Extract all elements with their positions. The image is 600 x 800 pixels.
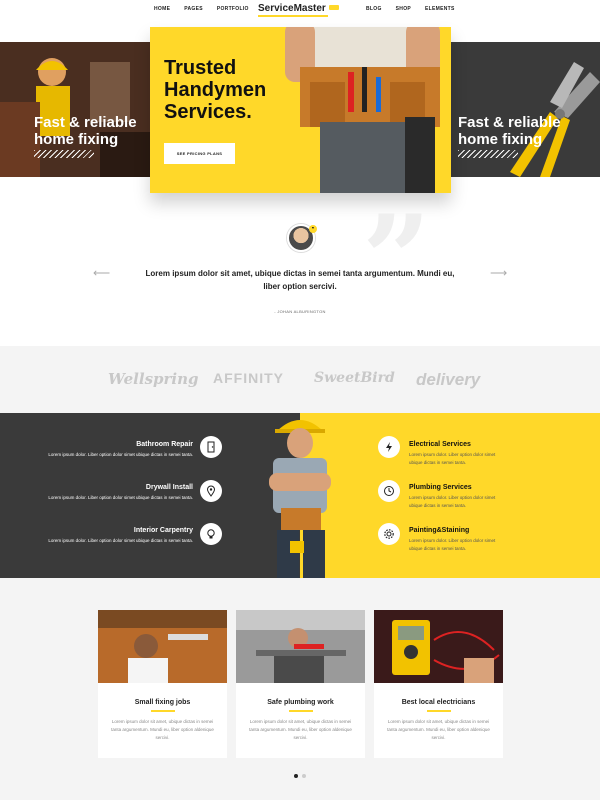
- pagination-dot-active[interactable]: [294, 774, 298, 778]
- logo-sweetbird[interactable]: SweetBird: [314, 370, 395, 386]
- quote-icon: ”: [362, 189, 432, 330]
- location-pin-icon: [200, 480, 222, 502]
- hero-left-title: Fast & reliable home fixing: [34, 114, 137, 148]
- service-desc: Lorem ipsum dolor. Liber option dolor si…: [409, 495, 496, 508]
- lightning-icon: [378, 436, 400, 458]
- card-image: [98, 610, 227, 683]
- arrow-right-icon[interactable]: ⟶: [490, 266, 507, 280]
- hero-right-title: Fast & reliable home fixing: [458, 114, 561, 148]
- nav-pages[interactable]: PAGES: [184, 6, 203, 12]
- logo-underline: [258, 15, 328, 17]
- clock-icon: [378, 480, 400, 502]
- top-nav: HOME PAGES PORTFOLIO ServiceMaster BLOG …: [0, 0, 600, 20]
- services-section: Bathroom Repair Lorem ipsum dolor. Liber…: [0, 413, 600, 578]
- service-bathroom-repair[interactable]: Bathroom Repair Lorem ipsum dolor. Liber…: [23, 441, 193, 459]
- card-image: [236, 610, 365, 683]
- service-title: Bathroom Repair: [136, 441, 193, 448]
- arrow-left-icon[interactable]: ⟵: [93, 266, 110, 280]
- logo-wellspring[interactable]: Wellspring: [108, 370, 199, 388]
- card-text: Lorem ipsum dolor sit amet, ubique dicta…: [387, 719, 490, 740]
- client-logos: Wellspring AFFINITY SweetBird delivery: [0, 346, 600, 413]
- card-title: Safe plumbing work: [267, 699, 334, 706]
- lightbulb-icon: [200, 523, 222, 545]
- testimonial-text: Lorem ipsum dolor sit amet, ubique dicta…: [145, 269, 455, 291]
- quote-badge-icon: ❞: [309, 225, 317, 233]
- service-title: Painting&Staining: [409, 527, 470, 534]
- hero-section: Fast & reliable home fixing Fast & relia…: [0, 27, 600, 193]
- site-logo[interactable]: ServiceMaster: [258, 3, 326, 14]
- nav-shop[interactable]: SHOP: [396, 6, 411, 12]
- card-small-fixing-jobs[interactable]: Small fixing jobs Lorem ipsum dolor sit …: [98, 610, 227, 758]
- service-title: Interior Carpentry: [133, 527, 193, 534]
- nav-left-group: HOME PAGES PORTFOLIO: [154, 6, 249, 12]
- service-title: Electrical Services: [409, 441, 471, 448]
- nav-right-group: BLOG SHOP ELEMENTS: [366, 6, 455, 12]
- nav-portfolio[interactable]: PORTFOLIO: [217, 6, 249, 12]
- stripe-decoration: [458, 150, 518, 158]
- service-desc: Lorem ipsum dolor. Liber option dolor si…: [409, 538, 496, 551]
- door-icon: [200, 436, 222, 458]
- testimonial-author: - JOHAN ALBURINGTON: [274, 309, 326, 314]
- hero-title: Trusted Handymen Services.: [164, 57, 267, 123]
- worker-image: [269, 420, 331, 578]
- nav-home[interactable]: HOME: [154, 6, 170, 12]
- nav-elements[interactable]: ELEMENTS: [425, 6, 455, 12]
- service-title: Plumbing Services: [409, 484, 472, 491]
- pagination-dots: [294, 774, 306, 778]
- hero-right-slide[interactable]: Fast & reliable home fixing: [450, 42, 600, 177]
- hero-left-slide[interactable]: Fast & reliable home fixing: [0, 42, 150, 177]
- card-image: [374, 610, 503, 683]
- hero-main-card: Trusted Handymen Services. SEE PRICING P…: [150, 27, 451, 193]
- service-desc: Lorem ipsum dolor. Liber option dolor si…: [48, 452, 193, 457]
- service-plumbing[interactable]: Plumbing Services Lorem ipsum dolor. Lib…: [409, 484, 579, 510]
- service-electrical[interactable]: Electrical Services Lorem ipsum dolor. L…: [409, 441, 579, 467]
- card-text: Lorem ipsum dolor sit amet, ubique dicta…: [111, 719, 214, 740]
- see-pricing-plans-button[interactable]: SEE PRICING PLANS: [164, 143, 235, 164]
- service-title: Drywall Install: [145, 484, 193, 491]
- gear-icon: [378, 523, 400, 545]
- card-safe-plumbing-work[interactable]: Safe plumbing work Lorem ipsum dolor sit…: [236, 610, 365, 758]
- service-desc: Lorem ipsum dolor. Liber option dolor si…: [48, 538, 193, 543]
- logo-delivery[interactable]: delivery: [416, 370, 480, 390]
- service-drywall-install[interactable]: Drywall Install Lorem ipsum dolor. Liber…: [23, 484, 193, 502]
- service-desc: Lorem ipsum dolor. Liber option dolor si…: [409, 452, 496, 465]
- stripe-decoration: [34, 150, 94, 158]
- card-title: Best local electricians: [401, 699, 476, 706]
- pagination-dot[interactable]: [302, 774, 306, 778]
- nav-blog[interactable]: BLOG: [366, 6, 382, 12]
- card-text: Lorem ipsum dolor sit amet, ubique dicta…: [249, 719, 352, 740]
- service-desc: Lorem ipsum dolor. Liber option dolor si…: [48, 495, 193, 500]
- service-painting[interactable]: Painting&Staining Lorem ipsum dolor. Lib…: [409, 527, 579, 553]
- card-best-local-electricians[interactable]: Best local electricians Lorem ipsum dolo…: [374, 610, 503, 758]
- logo-affinity[interactable]: AFFINITY: [213, 370, 284, 386]
- service-interior-carpentry[interactable]: Interior Carpentry Lorem ipsum dolor. Li…: [23, 527, 193, 545]
- card-title: Small fixing jobs: [134, 699, 191, 706]
- logo-badge: [329, 5, 339, 10]
